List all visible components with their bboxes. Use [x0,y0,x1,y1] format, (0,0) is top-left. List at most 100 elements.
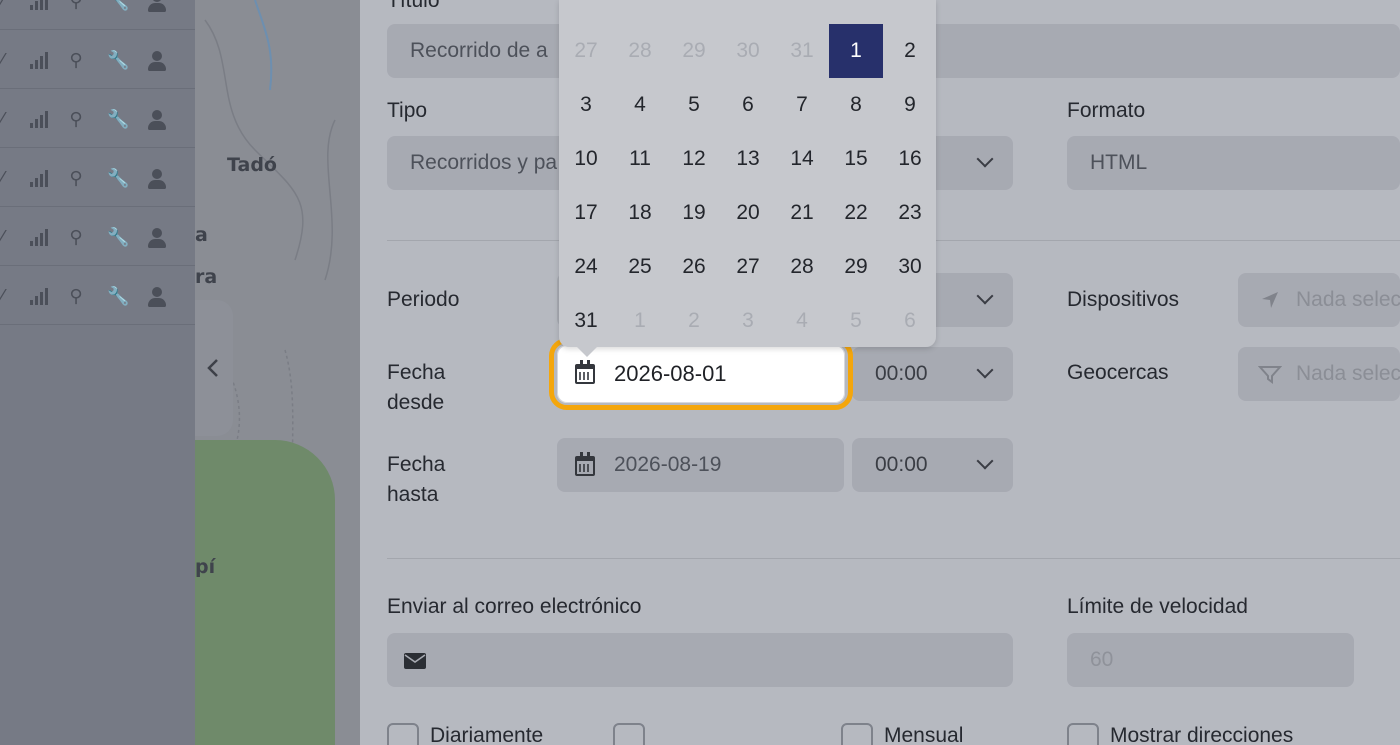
mensual-checkbox[interactable] [841,723,873,745]
calendar-day[interactable]: 13 [721,132,775,186]
calendar-day[interactable]: 5 [667,78,721,132]
user-icon [147,50,167,72]
calendar-day[interactable]: 16 [883,132,937,186]
calendar-day-outside[interactable]: 3 [721,294,775,348]
mostrar-direcciones-label: Mostrar direcciones [1110,724,1294,745]
fecha-desde-input[interactable]: 2026-08-01 [557,345,845,403]
calendar-day[interactable]: 18 [613,186,667,240]
calendar-day-outside[interactable]: 1 [613,294,667,348]
device-row[interactable]: ⁄ ⚲ 🔧 [0,207,195,266]
calendar-day[interactable]: 19 [667,186,721,240]
location-arrow-icon [1262,292,1278,308]
weekday-sa: Sa [829,0,883,4]
email-label: Enviar al correo electrónico [387,595,642,618]
formato-label: Formato [1067,99,1146,122]
chevron-down-icon [976,452,994,470]
tipo-label: Tipo [387,99,428,122]
calendar-icon [575,360,595,384]
calendar-day[interactable]: 4 [613,78,667,132]
semanal-checkbox[interactable] [613,723,645,745]
mostrar-direcciones-checkbox[interactable] [1067,723,1099,745]
calendar-day[interactable]: 29 [829,240,883,294]
titulo-label: Título [387,0,440,12]
calendar-day[interactable]: 23 [883,186,937,240]
calendar-day[interactable]: 12 [667,132,721,186]
device-row[interactable]: ⁄ ⚲ 🔧 [0,0,195,30]
calendar-day-outside[interactable]: 31 [775,24,829,78]
fecha-hasta-label-line2: hasta [387,483,439,506]
calendar-day[interactable]: 17 [559,186,613,240]
diariamente-checkbox[interactable] [387,723,419,745]
signal-bars-icon [28,168,48,190]
calendar-day[interactable]: 8 [829,78,883,132]
calendar-day[interactable]: 30 [883,240,937,294]
calendar-day-outside[interactable]: 29 [667,24,721,78]
dispositivos-label: Dispositivos [1067,288,1180,311]
periodo-label: Periodo [387,288,460,311]
calendar-day[interactable]: 11 [613,132,667,186]
calendar-day[interactable]: 9 [883,78,937,132]
weekday-do: Do [883,0,937,4]
calendar-day-outside[interactable]: 2 [667,294,721,348]
device-row[interactable]: ⁄ ⚲ 🔧 [0,30,195,89]
calendar-day[interactable]: 14 [775,132,829,186]
tool-icon: ⚲ [69,286,83,307]
limite-label: Límite de velocidad [1067,595,1248,618]
fecha-hasta-time-value: 00:00 [875,453,928,476]
formato-select[interactable]: HTML [1067,136,1400,190]
envelope-icon [404,653,426,669]
calendar-day[interactable]: 7 [775,78,829,132]
device-row[interactable]: ⁄ ⚲ 🔧 [0,89,195,148]
calendar-day-outside[interactable]: 28 [613,24,667,78]
map-label-tado: Tadó [227,154,277,176]
device-row[interactable]: ⁄ ⚲ 🔧 [0,148,195,207]
calendar-day-outside[interactable]: 27 [559,24,613,78]
calendar-day[interactable]: 3 [559,78,613,132]
dispositivos-select[interactable]: Nada selec [1238,273,1400,327]
calendar-day[interactable]: 27 [721,240,775,294]
calendar-day[interactable]: 2 [883,24,937,78]
tool-icon: ⚲ [69,109,83,130]
calendar-day[interactable]: 6 [721,78,775,132]
fecha-hasta-value: 2026-08-19 [614,453,722,476]
signal-slash-icon: ⁄ [0,168,4,189]
limite-input[interactable]: 60 [1067,633,1354,687]
calendar-day-selected[interactable]: 1 [829,24,883,78]
fecha-desde-time-select[interactable]: 00:00 [852,347,1013,401]
device-list-panel: ⁄ ⚲ 🔧 ⁄ ⚲ 🔧 ⁄ ⚲ 🔧 ⁄ ⚲ 🔧 ⁄ ⚲ 🔧 ⁄ ⚲ 🔧 [0,0,195,745]
device-row[interactable]: ⁄ ⚲ 🔧 [0,266,195,325]
calendar-day[interactable]: 25 [613,240,667,294]
signal-slash-icon: ⁄ [0,286,4,307]
email-input[interactable] [387,633,1013,687]
calendar-day[interactable]: 24 [559,240,613,294]
calendar-day[interactable]: 20 [721,186,775,240]
calendar-day-outside[interactable]: 5 [829,294,883,348]
calendar-day-outside[interactable]: 4 [775,294,829,348]
wrench-icon: 🔧 [107,227,130,248]
geocercas-placeholder: Nada selec [1296,362,1400,385]
calendar-day[interactable]: 10 [559,132,613,186]
signal-slash-icon: ⁄ [0,0,4,12]
collapse-panel-button[interactable] [195,300,233,436]
geocercas-select[interactable]: Nada selec [1238,347,1400,401]
signal-slash-icon: ⁄ [0,109,4,130]
calendar-day[interactable]: 26 [667,240,721,294]
signal-bars-icon [28,0,48,13]
calendar-day-outside[interactable]: 30 [721,24,775,78]
tool-icon: ⚲ [69,50,83,71]
signal-slash-icon: ⁄ [0,50,4,71]
calendar-day[interactable]: 28 [775,240,829,294]
calendar-day[interactable]: 31 [559,294,613,348]
weekday-ju: Ju [721,0,775,4]
calendar-day-outside[interactable]: 6 [883,294,937,348]
calendar-day[interactable]: 15 [829,132,883,186]
geocercas-label: Geocercas [1067,361,1169,384]
fecha-desde-value: 2026-08-01 [614,361,727,386]
chevron-down-icon [976,150,994,168]
fecha-desde-label: Fecha desde [387,358,445,418]
calendar-day[interactable]: 21 [775,186,829,240]
wrench-icon: 🔧 [107,50,130,71]
fecha-hasta-time-select[interactable]: 00:00 [852,438,1013,492]
fecha-hasta-input[interactable]: 2026-08-19 [557,438,844,492]
calendar-day[interactable]: 22 [829,186,883,240]
